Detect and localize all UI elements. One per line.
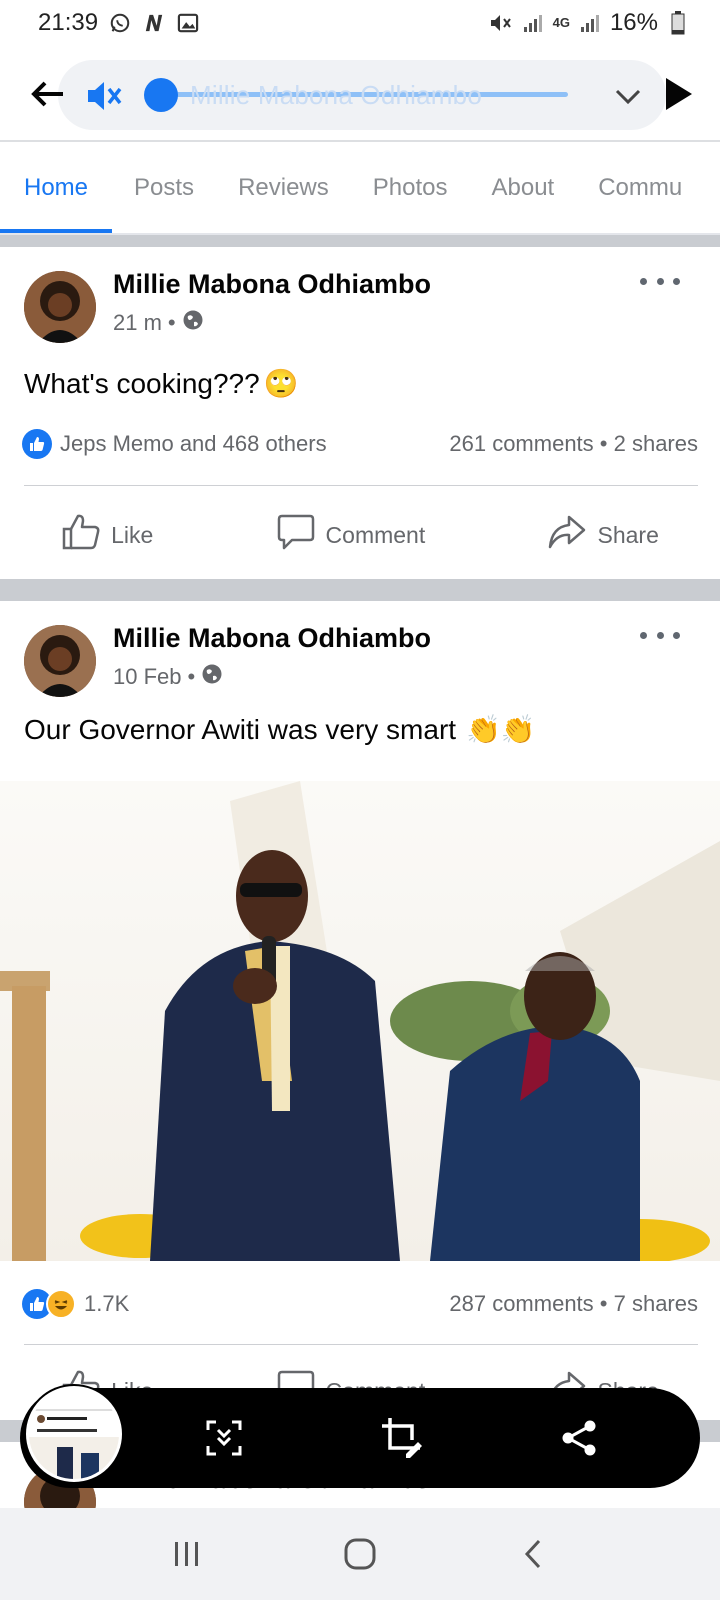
tab-photos[interactable]: Photos xyxy=(351,143,470,233)
tab-community[interactable]: Commu xyxy=(576,143,704,233)
tab-home[interactable]: Home xyxy=(0,143,113,233)
media-search-bar: Millie Mabona Odhiambo xyxy=(0,52,720,138)
share-icon[interactable] xyxy=(558,1416,602,1460)
reaction-summary[interactable]: Jeps Memo and 468 others 261 comments • … xyxy=(22,429,698,459)
mute-icon xyxy=(489,11,513,35)
share-arrow-icon xyxy=(547,513,587,557)
eye-roll-emoji: 🙄 xyxy=(263,368,299,399)
globe-icon xyxy=(201,663,223,691)
comments-count[interactable]: 287 comments xyxy=(449,1291,593,1316)
home-icon[interactable] xyxy=(330,1524,390,1584)
post-author[interactable]: Millie Mabona Odhiambo xyxy=(113,623,431,654)
share-button[interactable]: Share xyxy=(547,513,659,557)
faded-page-name: Millie Mabona Odhiambo xyxy=(190,80,482,110)
post-author[interactable]: Millie Mabona Odhiambo xyxy=(113,269,431,300)
reaction-summary[interactable]: 1.7K 287 comments • 7 shares xyxy=(22,1289,698,1319)
meta-dot: • xyxy=(167,310,176,335)
topbar-divider xyxy=(0,140,720,142)
haha-reaction-icon xyxy=(46,1289,76,1319)
avatar[interactable] xyxy=(24,271,96,343)
chevron-down-icon[interactable] xyxy=(612,80,644,112)
comments-count[interactable]: 261 comments xyxy=(449,431,593,456)
post-time[interactable]: 10 Feb xyxy=(113,664,182,690)
back-arrow-icon[interactable] xyxy=(30,76,66,112)
more-options-icon[interactable] xyxy=(640,625,680,645)
tab-reviews[interactable]: Reviews xyxy=(216,143,351,233)
like-button[interactable]: Like xyxy=(61,513,153,557)
post-text: Our Governor Awiti was very smart 👏👏 xyxy=(24,713,536,746)
avatar[interactable] xyxy=(24,625,96,697)
page-tabs: Home Posts Reviews Photos About Commu xyxy=(0,143,720,233)
crop-edit-icon[interactable] xyxy=(380,1416,424,1460)
status-time: 21:39 xyxy=(38,9,99,36)
share-label: Share xyxy=(597,521,659,548)
post-card: Millie Mabona Odhiambo 21 m • What's coo… xyxy=(0,249,720,577)
signal-icon xyxy=(578,11,602,35)
shares-count[interactable]: 7 shares xyxy=(614,1291,698,1316)
post-separator xyxy=(0,579,720,601)
post-body: Our Governor Awiti was very smart xyxy=(24,713,457,745)
battery-percent: 16% xyxy=(609,9,658,36)
comment-icon xyxy=(276,513,316,557)
network-type: 4G xyxy=(552,15,570,30)
post-divider xyxy=(24,485,698,486)
post-photo[interactable] xyxy=(0,781,720,1261)
comment-button[interactable]: Comment xyxy=(276,513,426,557)
n-notification-icon xyxy=(142,11,166,35)
system-nav-bar xyxy=(0,1508,720,1600)
post-text: What's cooking??? 🙄 xyxy=(24,367,299,400)
comment-share-counts: 261 comments • 2 shares xyxy=(449,431,698,456)
whatsapp-icon xyxy=(108,11,132,35)
comment-share-counts: 287 comments • 7 shares xyxy=(449,1291,698,1316)
post-actions: Like Comment Share xyxy=(0,507,720,563)
scroll-capture-icon[interactable] xyxy=(202,1416,246,1460)
globe-icon xyxy=(182,309,204,337)
tabs-separator xyxy=(0,233,720,247)
back-icon[interactable] xyxy=(503,1524,563,1584)
post-divider xyxy=(24,1344,698,1345)
forward-arrow-icon[interactable] xyxy=(662,74,696,114)
tab-posts[interactable]: Posts xyxy=(112,143,216,233)
meta-dot: • xyxy=(187,664,196,689)
post-card: Millie Mabona Odhiambo 10 Feb • Our Gove… xyxy=(0,601,720,1406)
volume-muted-icon[interactable] xyxy=(84,76,124,116)
recents-icon[interactable] xyxy=(157,1524,217,1584)
like-label: Like xyxy=(111,521,154,548)
screenshot-toolbar xyxy=(20,1386,700,1488)
screenshot-thumbnail[interactable] xyxy=(26,1386,122,1482)
reactions-text: Jeps Memo and 468 others xyxy=(60,431,327,456)
post-body: What's cooking??? xyxy=(24,367,260,399)
more-options-icon[interactable] xyxy=(640,271,680,291)
reactions-count: 1.7K xyxy=(84,1291,130,1316)
status-bar: 21:39 4G 16% xyxy=(0,0,720,46)
post-meta: 21 m • xyxy=(113,309,204,337)
post-meta: 10 Feb • xyxy=(113,663,223,691)
like-icon xyxy=(61,513,101,557)
gallery-icon xyxy=(176,11,200,35)
signal-icon xyxy=(521,11,545,35)
shares-count[interactable]: 2 shares xyxy=(614,431,698,456)
post-time[interactable]: 21 m xyxy=(113,310,162,336)
like-reaction-icon xyxy=(22,429,52,459)
clapping-hands-emoji: 👏👏 xyxy=(466,714,536,745)
media-progress-thumb[interactable] xyxy=(144,78,178,112)
tab-about[interactable]: About xyxy=(469,143,576,233)
comment-label: Comment xyxy=(325,521,426,548)
battery-icon xyxy=(666,11,690,35)
